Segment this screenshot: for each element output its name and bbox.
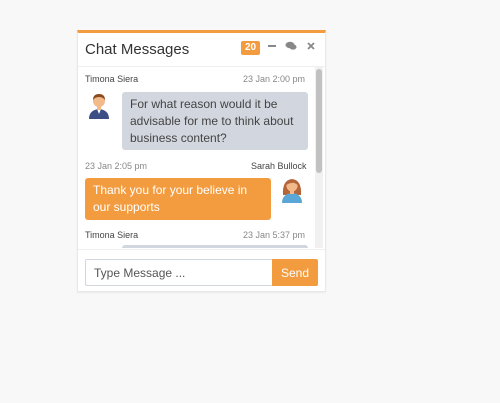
- message-list-scrollbar[interactable]: [315, 67, 323, 248]
- chat-footer: Send: [78, 249, 325, 294]
- message-time: 23 Jan 2:05 pm: [85, 161, 148, 171]
- close-icon[interactable]: [304, 39, 318, 55]
- sender-name: Timona Siera: [85, 74, 139, 84]
- scrollbar-thumb[interactable]: [316, 69, 322, 173]
- message-time: 23 Jan 2:00 pm: [243, 74, 306, 84]
- message-bubble: [122, 245, 308, 248]
- message-count-badge: 20: [241, 41, 261, 55]
- sender-name: Timona Siera: [85, 230, 139, 240]
- chat-title: Chat Messages: [85, 41, 190, 58]
- male-avatar-icon: [86, 245, 112, 248]
- message-input[interactable]: [85, 259, 272, 286]
- chat-header: Chat Messages 20: [78, 33, 325, 67]
- male-avatar-icon: [86, 91, 112, 119]
- message-bubble: Thank you for your believe in our suppor…: [85, 178, 271, 220]
- message-bubble: For what reason would it be advisable fo…: [122, 92, 308, 150]
- send-button[interactable]: Send: [272, 259, 318, 286]
- chat-widget: Chat Messages 20 Timona Siera 23 Jan 2:0…: [77, 30, 326, 292]
- comments-icon[interactable]: [284, 39, 298, 55]
- message-time: 23 Jan 5:37 pm: [243, 230, 306, 240]
- female-avatar-icon: [279, 175, 305, 203]
- sender-name: Sarah Bullock: [251, 161, 307, 171]
- message-list[interactable]: Timona Siera 23 Jan 2:00 pm For what rea…: [78, 67, 325, 248]
- minus-icon[interactable]: [265, 39, 279, 55]
